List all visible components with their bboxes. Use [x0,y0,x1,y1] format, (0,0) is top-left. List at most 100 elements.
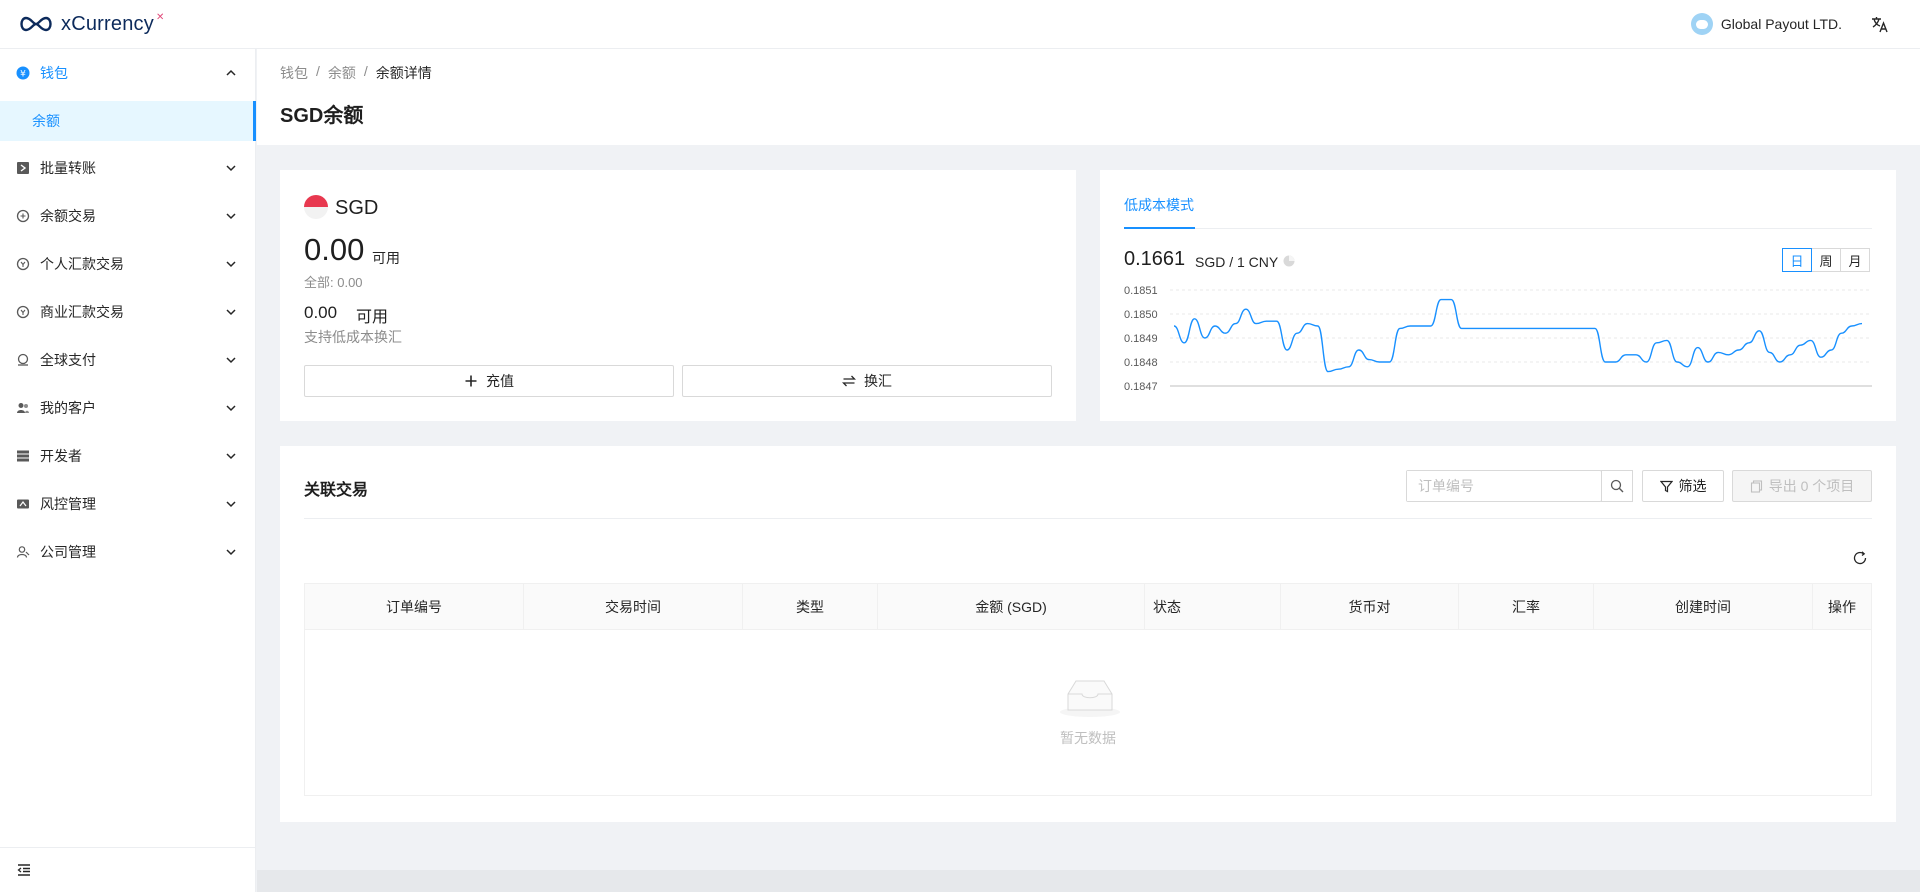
exchange-rate-value: 0.1661 [1124,248,1186,270]
infinity-logo-icon [20,16,52,32]
logo-sparkle-icon: ✕ [155,11,165,23]
page-title: SGD余额 [280,105,364,127]
chevron-down-icon [226,165,236,172]
sidebar-item-label: 公司管理 [40,544,96,560]
global-payment-icon [16,353,30,367]
page-header: 钱包 / 余额 / 余额详情 SGD余额 [257,49,1920,145]
sidebar-item-balance-transaction[interactable]: 余额交易 [0,192,256,240]
transactions-table: 订单编号 交易时间 类型 金额 (SGD) 状态 货币对 汇率 创建时间 操作 … [304,583,1872,796]
wallet-icon: ¥ [16,66,30,80]
refresh-icon[interactable] [1852,550,1868,566]
sidebar-item-batch-transfer[interactable]: 批量转账 [0,144,256,192]
low-cost-amount: 0.00 [304,303,338,322]
breadcrumb: 钱包 / 余额 / 余额详情 [280,63,432,83]
customers-icon [16,401,30,415]
order-search-box [1406,470,1602,502]
developer-icon [16,449,30,463]
sidebar-item-label: 商业汇款交易 [40,304,124,320]
copy-icon [1750,479,1762,493]
breadcrumb-item-wallet[interactable]: 钱包 [280,63,308,83]
section-divider [304,518,1872,519]
sidebar-item-business-remittance[interactable]: 商业汇款交易 [0,288,256,336]
sidebar-subitem-balance[interactable]: 余额 [0,101,256,141]
plus-icon [465,375,477,387]
topup-button[interactable]: 充值 [304,365,674,397]
period-week-button[interactable]: 周 [1811,248,1841,272]
sidebar-item-company-management[interactable]: 公司管理 [0,528,256,576]
column-header-trade-time: 交易时间 [524,584,743,630]
rate-card: 低成本模式 0.1661 SGD / 1 CNY 日 周 月 0.1851 0.1… [1100,170,1896,421]
period-month-button[interactable]: 月 [1840,248,1870,272]
personal-remittance-icon [16,257,30,271]
column-header-amount: 金额 (SGD) [878,584,1145,630]
export-label: 导出 0 个项目 [1768,478,1855,494]
chevron-down-icon [226,549,236,556]
language-icon[interactable] [1870,14,1890,34]
period-day-button[interactable]: 日 [1782,248,1812,272]
sidebar-item-global-payment[interactable]: 全球支付 [0,336,256,384]
exchange-rate-line-chart: 0.1851 0.1850 0.1849 0.1848 0.1847 [1124,285,1872,393]
chevron-down-icon [226,261,236,268]
breadcrumb-separator: / [363,63,368,79]
breadcrumb-item-balance[interactable]: 余额 [328,63,356,83]
filter-icon [1659,480,1673,492]
sidebar-item-customers[interactable]: 我的客户 [0,384,256,432]
sidebar: ¥ 钱包 余额 批量转账 余额交易 个人汇款交易 商业汇款交易 全球支付 我的客… [0,49,256,892]
top-header: xCurrency ✕ Global Payout LTD. [0,0,1920,49]
exchange-rate-unit: SGD / 1 CNY [1195,254,1279,270]
sidebar-item-label: 批量转账 [40,160,96,176]
logo[interactable]: xCurrency ✕ [16,12,164,36]
empty-state-text: 暂无数据 [1060,730,1116,746]
page-bottom-band [257,870,1920,892]
sidebar-item-developer[interactable]: 开发者 [0,432,256,480]
tab-divider [1124,228,1872,229]
breadcrumb-separator: / [316,63,320,79]
swap-icon [842,375,856,387]
chevron-down-icon [226,501,236,508]
company-name: Global Payout LTD. [1720,16,1842,32]
loading-spinner-icon [1283,255,1295,267]
column-header-type: 类型 [743,584,878,630]
sidebar-item-label: 我的客户 [40,400,96,416]
search-button[interactable] [1601,470,1633,502]
company-switcher[interactable]: Global Payout LTD. [1690,13,1842,35]
singapore-flag-icon [304,195,328,219]
sidebar-subitem-label: 余额 [32,113,60,129]
exchange-label: 换汇 [864,373,892,389]
balance-transaction-icon [16,209,30,223]
low-cost-description: 支持低成本换汇 [304,329,402,345]
search-icon [1610,479,1624,493]
tab-low-cost-mode[interactable]: 低成本模式 [1124,195,1194,215]
app-name: xCurrency [61,12,154,35]
chevron-up-icon [226,69,236,76]
sidebar-item-label: 风控管理 [40,496,96,512]
y-tick-label: 0.1850 [1124,309,1158,321]
exchange-button[interactable]: 换汇 [682,365,1052,397]
sidebar-item-label: 开发者 [40,448,82,464]
breadcrumb-item-current: 余额详情 [375,65,432,81]
filter-button[interactable]: 筛选 [1642,470,1724,502]
batch-transfer-icon [16,161,30,175]
low-cost-label: 可用 [356,309,389,326]
menu-collapse-icon[interactable] [16,862,32,878]
column-header-order-id: 订单编号 [305,584,524,630]
transactions-card: 关联交易 筛选 导出 0 个项目 订单编号 交易时间 类型 金额 (SGD) 状… [280,446,1896,822]
chevron-down-icon [226,213,236,220]
column-header-status: 状态 [1145,584,1281,630]
table-header: 订单编号 交易时间 类型 金额 (SGD) 状态 货币对 汇率 创建时间 操作 [305,584,1871,630]
export-button[interactable]: 导出 0 个项目 [1732,470,1872,502]
y-tick-label: 0.1849 [1124,333,1158,345]
total-balance: 全部: 0.00 [304,275,363,290]
filter-label: 筛选 [1678,478,1707,494]
company-avatar-icon [1690,13,1713,35]
sidebar-item-label: 余额交易 [40,208,96,224]
chevron-down-icon [226,405,236,412]
order-search-input[interactable] [1407,471,1567,501]
transactions-title: 关联交易 [304,482,369,499]
empty-inbox-icon [1060,680,1120,717]
sidebar-item-risk-control[interactable]: 风控管理 [0,480,256,528]
sidebar-item-wallet[interactable]: ¥ 钱包 [0,49,256,97]
sidebar-item-personal-remittance[interactable]: 个人汇款交易 [0,240,256,288]
column-header-currency-pair: 货币对 [1281,584,1459,630]
sidebar-item-label: 钱包 [40,65,68,81]
